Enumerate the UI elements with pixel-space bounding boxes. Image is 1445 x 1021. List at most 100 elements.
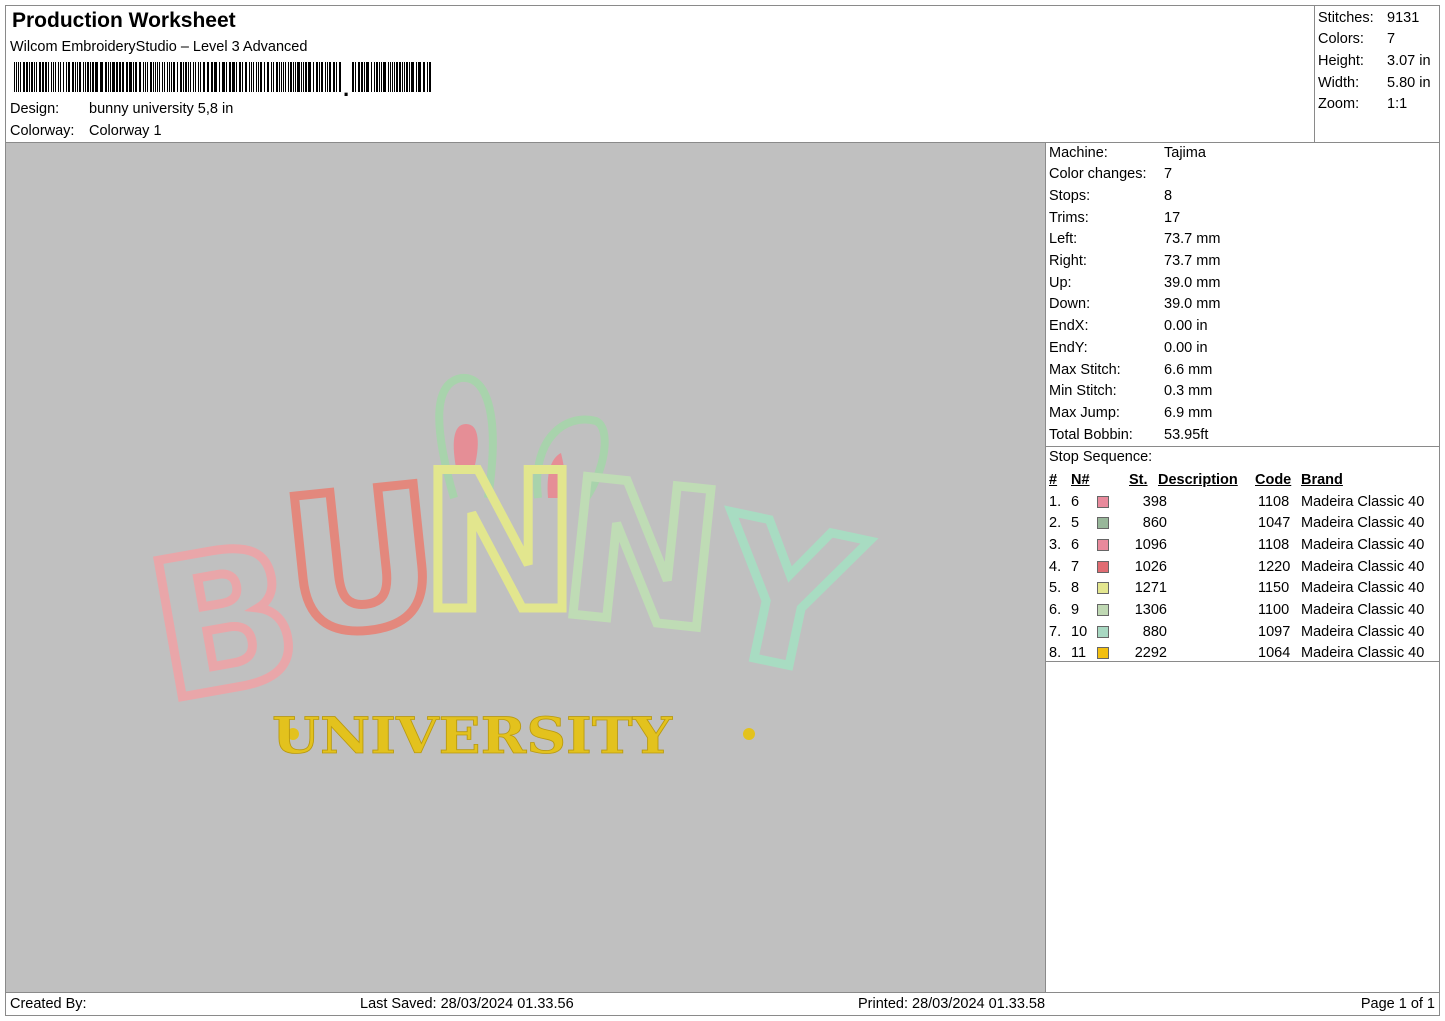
barcode-bar <box>110 62 111 92</box>
barcode-bar <box>203 62 205 92</box>
stat-value: 5.80 in <box>1387 74 1431 91</box>
machine-value: 0.3 mm <box>1164 383 1213 400</box>
barcode-bar <box>339 62 341 92</box>
machine-value: 6.6 mm <box>1164 361 1213 378</box>
barcode-bar <box>51 62 52 92</box>
seq-needle: 8 <box>1071 580 1080 597</box>
seq-needle: 11 <box>1071 645 1087 662</box>
machine-label: Machine: <box>1049 144 1108 161</box>
barcode-bar <box>116 62 118 92</box>
barcode-bar <box>48 62 49 92</box>
barcode-bar <box>358 62 360 92</box>
stat-label: Width: <box>1318 74 1360 91</box>
barcode-bar <box>361 62 363 92</box>
barcode-bar <box>376 62 378 92</box>
barcode-bar <box>36 62 37 92</box>
barcode-bar <box>321 62 323 92</box>
barcode-bar <box>256 62 257 92</box>
machine-row: Min Stitch: 0.3 mm <box>1049 381 1212 402</box>
barcode-bar <box>162 62 163 92</box>
barcode-bar <box>185 62 187 92</box>
barcode-bar <box>219 62 220 92</box>
barcode-bar <box>297 62 300 92</box>
barcode-bar <box>267 62 269 92</box>
barcode-bar <box>308 62 311 92</box>
design-preview: BUNNY UNIVERSITY <box>5 142 1046 993</box>
barcode-bar <box>303 62 304 92</box>
barcode-bar <box>112 62 115 92</box>
university-text: UNIVERSITY <box>272 706 673 765</box>
barcode-bar <box>29 62 30 92</box>
seq-num: 6. <box>1049 602 1062 618</box>
barcode-bar <box>177 62 178 92</box>
seq-code: 1100 <box>1258 602 1290 618</box>
barcode-bar <box>260 62 262 92</box>
barcode-bar <box>66 62 67 92</box>
machine-row: Stops: 8 <box>1049 185 1172 206</box>
barcode-bar <box>329 62 331 92</box>
seq-code: 1108 <box>1258 536 1290 553</box>
thread-color-swatch <box>1097 538 1109 551</box>
barcode-bar <box>55 62 56 92</box>
barcode-bar <box>288 62 289 92</box>
bunny-letters: BUNNY <box>130 428 882 749</box>
seq-brand: Madeira Classic 40 <box>1301 623 1425 640</box>
barcode-bar <box>251 62 252 92</box>
barcode-bar <box>169 62 170 92</box>
barcode-bar <box>316 62 318 92</box>
thread-color-swatch <box>1097 647 1109 660</box>
colorway-label: Colorway: <box>10 123 75 139</box>
seq-num: 8. <box>1049 645 1062 662</box>
machine-value: 39.0 mm <box>1164 274 1221 291</box>
seq-code: 1097 <box>1258 623 1291 640</box>
stop-sequence-header: # N# St. Description Code Brand <box>1049 470 1439 492</box>
barcode-bar <box>423 62 425 92</box>
seq-needle: 9 <box>1071 602 1080 618</box>
barcode-bar <box>119 62 121 92</box>
thread-color-swatch <box>1097 625 1109 638</box>
machine-row: EndY: 0.00 in <box>1049 337 1208 358</box>
seq-brand: Madeira Classic 40 <box>1301 515 1425 532</box>
barcode-bar <box>31 62 33 92</box>
barcode-bar <box>281 62 282 92</box>
machine-row: Max Jump: 6.9 mm <box>1049 402 1212 423</box>
barcode-bar <box>232 62 235 92</box>
machine-label: Max Jump: <box>1049 404 1120 421</box>
col-num: # <box>1049 472 1058 488</box>
right-dot <box>743 728 755 740</box>
created-by: Created By: <box>10 996 87 1012</box>
barcode-bar <box>245 62 247 92</box>
barcode-bar <box>207 62 209 92</box>
barcode-bar <box>153 62 154 92</box>
barcode-bar <box>20 62 21 92</box>
thread-color-swatch <box>1097 495 1109 508</box>
barcode-bar <box>388 62 389 92</box>
barcode-bar <box>336 62 337 92</box>
sequence-row: 2. 5 860 1047 Madeira Classic 40 <box>1049 513 1439 535</box>
barcode-bar <box>133 62 134 92</box>
barcode-bar <box>129 62 132 92</box>
machine-value: 73.7 mm <box>1164 231 1221 248</box>
barcode-bar <box>285 62 286 92</box>
printed-date: Printed: 28/03/2024 01.33.58 <box>858 996 1046 1012</box>
barcode-bar <box>198 62 199 92</box>
seq-brand: Madeira Classic 40 <box>1301 580 1425 597</box>
barcode-bar <box>374 62 375 92</box>
barcode-bar <box>409 62 410 92</box>
seq-num: 4. <box>1049 558 1062 575</box>
machine-value: 0.00 in <box>1164 339 1208 356</box>
machine-value: 7 <box>1164 166 1173 183</box>
barcode-bar <box>60 62 61 92</box>
barcode-bar <box>226 62 227 92</box>
barcode-bar <box>333 62 335 92</box>
barcode-bar <box>53 62 54 92</box>
colorway-value: Colorway 1 <box>89 123 162 139</box>
machine-label: Trims: <box>1049 209 1089 226</box>
barcode-bar <box>200 62 201 92</box>
seq-stitches: 1096 <box>1134 536 1167 553</box>
machine-label: Down: <box>1049 296 1091 313</box>
stat-row: Colors: 7 <box>1318 29 1395 50</box>
machine-label: Min Stitch: <box>1049 383 1117 400</box>
barcode-bar <box>100 62 103 92</box>
barcode-bar <box>416 62 417 92</box>
